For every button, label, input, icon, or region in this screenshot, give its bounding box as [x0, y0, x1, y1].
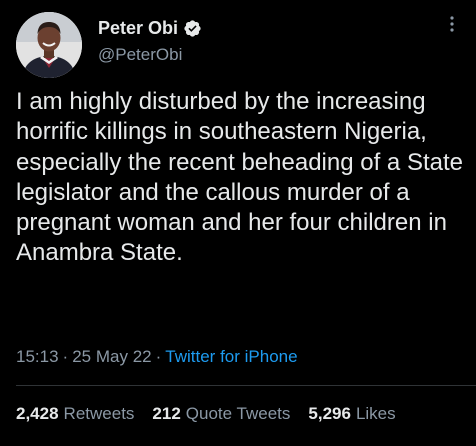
likes-label: Likes — [355, 404, 396, 423]
retweets-stat[interactable]: 2,428 Retweets — [16, 404, 134, 424]
tweet-metadata: 15:13 · 25 May 22 · Twitter for iPhone — [16, 345, 298, 369]
more-options-icon — [450, 16, 454, 32]
author-block: Peter Obi @PeterObi — [98, 16, 202, 65]
tweet-time[interactable]: 15:13 — [16, 347, 59, 367]
likes-count: 5,296 — [308, 404, 351, 423]
retweets-label: Retweets — [63, 404, 135, 423]
engagement-stats: 2,428 Retweets 212 Quote Tweets 5,296 Li… — [16, 401, 414, 427]
quote-tweets-stat[interactable]: 212 Quote Tweets — [152, 404, 290, 424]
author-display-name[interactable]: Peter Obi — [98, 18, 178, 39]
verified-badge-icon — [183, 19, 202, 38]
tweet-date[interactable]: 25 May 22 — [72, 347, 151, 367]
tweet-card: Peter Obi @PeterObi I am highly disturbe… — [0, 0, 476, 446]
name-row: Peter Obi — [98, 16, 202, 40]
profile-photo — [16, 12, 82, 78]
author-handle[interactable]: @PeterObi — [98, 45, 202, 65]
divider — [16, 385, 476, 386]
quote-tweets-label: Quote Tweets — [185, 404, 291, 423]
tweet-source-link[interactable]: Twitter for iPhone — [165, 347, 297, 367]
meta-separator: · — [62, 347, 69, 366]
retweets-count: 2,428 — [16, 404, 59, 423]
tweet-text: I am highly disturbed by the increasing … — [16, 88, 463, 267]
quote-tweets-count: 212 — [152, 404, 181, 423]
avatar[interactable] — [16, 12, 82, 78]
more-options-button[interactable] — [438, 10, 466, 38]
likes-stat[interactable]: 5,296 Likes — [308, 404, 395, 424]
meta-separator: · — [155, 347, 162, 366]
